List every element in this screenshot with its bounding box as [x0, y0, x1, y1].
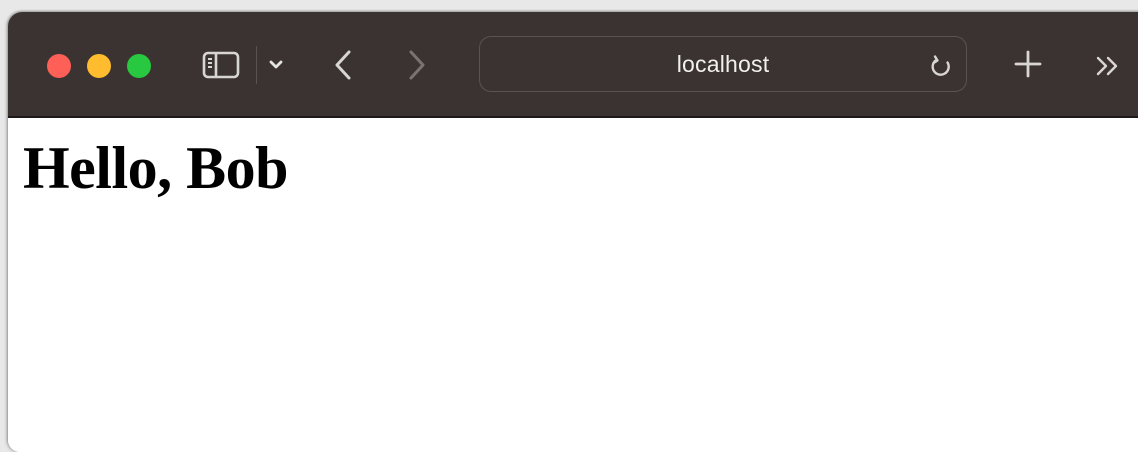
- new-tab-button[interactable]: [1010, 46, 1046, 82]
- zoom-window-button[interactable]: [127, 54, 151, 78]
- close-window-button[interactable]: [47, 54, 71, 78]
- sidebar-icon: [202, 51, 240, 79]
- double-chevron-right-icon: [1096, 56, 1118, 76]
- more-toolbar-items-button[interactable]: [1090, 48, 1126, 84]
- address-text: localhost: [676, 50, 770, 77]
- forward-button[interactable]: [402, 46, 432, 84]
- back-button[interactable]: [328, 46, 358, 84]
- minimize-window-button[interactable]: [87, 54, 111, 78]
- page-heading: Hello, Bob: [23, 135, 289, 201]
- chevron-left-icon: [335, 50, 351, 80]
- plus-icon: [1014, 50, 1042, 78]
- address-bar[interactable]: localhost: [479, 36, 967, 92]
- reload-icon: [931, 55, 950, 76]
- reload-button[interactable]: [926, 52, 956, 82]
- tab-group-menu-button[interactable]: [264, 50, 288, 80]
- chevron-down-icon: [269, 60, 283, 69]
- toolbar-divider: [256, 46, 257, 84]
- page-content: Hello, Bob: [8, 118, 1138, 452]
- browser-toolbar: localhost: [8, 12, 1138, 118]
- sidebar-toggle-button[interactable]: [200, 48, 242, 82]
- chevron-right-icon: [409, 50, 425, 80]
- browser-window: localhost Hello, Bob: [8, 12, 1138, 452]
